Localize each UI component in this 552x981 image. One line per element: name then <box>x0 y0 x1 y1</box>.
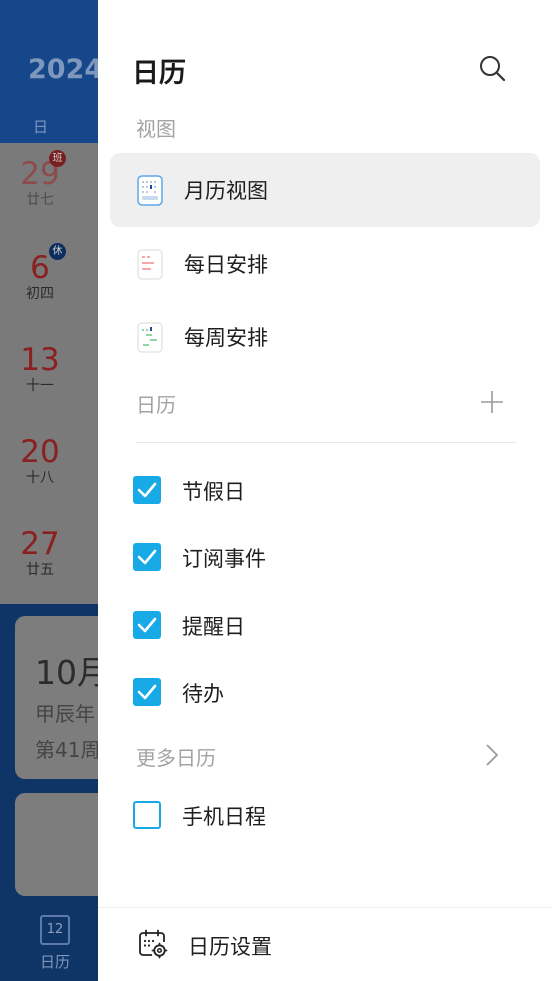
background-day-cell: 13 十一 <box>0 343 80 395</box>
calendar-settings-button[interactable]: 日历设置 <box>98 908 552 981</box>
weekly-schedule-icon <box>137 322 163 353</box>
calendar-row-subscriptions[interactable]: 订阅事件 <box>98 531 552 585</box>
chevron-right-icon <box>486 744 498 766</box>
check-icon <box>137 482 157 498</box>
background-day-cell: 6 初四 <box>0 251 80 303</box>
views-section-label: 视图 <box>136 117 176 141</box>
checkbox-checked[interactable] <box>133 476 161 504</box>
background-day-number: 13 <box>20 342 60 378</box>
background-day-number: 27 <box>20 526 60 562</box>
background-day-number: 29 <box>20 156 60 192</box>
checkbox-checked[interactable] <box>133 678 161 706</box>
background-day-cell: 20 十八 <box>0 435 80 487</box>
section-divider <box>136 442 516 443</box>
background-day-cell: 29 廿七 <box>0 157 80 209</box>
background-day-lunar: 廿七 <box>26 192 54 208</box>
background-day-lunar: 初四 <box>26 286 54 302</box>
background-day-number: 20 <box>20 434 60 470</box>
background-card-week: 第41周 <box>35 738 101 762</box>
check-icon <box>137 684 157 700</box>
background-day-lunar: 十一 <box>26 378 54 394</box>
calendar-row-holidays[interactable]: 节假日 <box>98 464 552 518</box>
view-item-month[interactable]: 月历视图 <box>110 153 540 227</box>
view-item-daily[interactable]: 每日安排 <box>110 227 540 301</box>
drawer-title: 日历 <box>132 58 186 89</box>
view-item-label: 每日安排 <box>184 253 268 277</box>
calendars-section-label: 日历 <box>136 393 176 417</box>
background-weekday: 日 <box>33 118 49 136</box>
calendar-label: 订阅事件 <box>182 547 266 571</box>
calendar-label: 待办 <box>182 682 224 706</box>
month-view-icon <box>137 175 163 206</box>
background-work-badge: 班 <box>49 150 66 167</box>
calendar-settings-label: 日历设置 <box>188 935 272 959</box>
checkbox-unchecked[interactable] <box>133 801 161 829</box>
more-calendars-label: 更多日历 <box>136 746 216 770</box>
background-rest-badge: 休 <box>49 243 66 260</box>
view-item-label: 月历视图 <box>184 179 268 203</box>
search-icon[interactable] <box>478 54 506 82</box>
daily-schedule-icon <box>137 249 163 280</box>
checkbox-checked[interactable] <box>133 611 161 639</box>
checkbox-checked[interactable] <box>133 543 161 571</box>
check-icon <box>137 617 157 633</box>
background-year: 2024 <box>28 54 104 85</box>
calendar-row-phone-schedule[interactable]: 手机日程 <box>98 789 552 843</box>
background-day-lunar: 廿五 <box>26 562 54 578</box>
calendar-settings-icon <box>139 929 168 959</box>
view-item-label: 每周安排 <box>184 326 268 350</box>
background-tab-label: 日历 <box>40 953 71 971</box>
more-calendars-row[interactable]: 更多日历 <box>98 734 552 778</box>
calendar-label: 手机日程 <box>182 805 266 829</box>
background-day-cell: 27 廿五 <box>0 527 80 579</box>
calendar-row-todos[interactable]: 待办 <box>98 666 552 720</box>
calendar-row-reminders[interactable]: 提醒日 <box>98 599 552 653</box>
calendar-label: 提醒日 <box>182 615 245 639</box>
calendar-drawer: 日历 视图 月历视图 每日安排 每周安排 日历 节假日 订阅事件 提醒日 待办 … <box>98 0 552 981</box>
calendar-tab-icon: 12 <box>40 915 70 945</box>
background-day-number: 6 <box>30 250 50 286</box>
check-icon <box>137 549 157 565</box>
background-card-year: 甲辰年 <box>35 702 95 726</box>
add-calendar-icon[interactable] <box>480 390 504 414</box>
background-day-lunar: 十八 <box>26 470 54 486</box>
calendar-label: 节假日 <box>182 480 245 504</box>
view-item-weekly[interactable]: 每周安排 <box>110 300 540 374</box>
